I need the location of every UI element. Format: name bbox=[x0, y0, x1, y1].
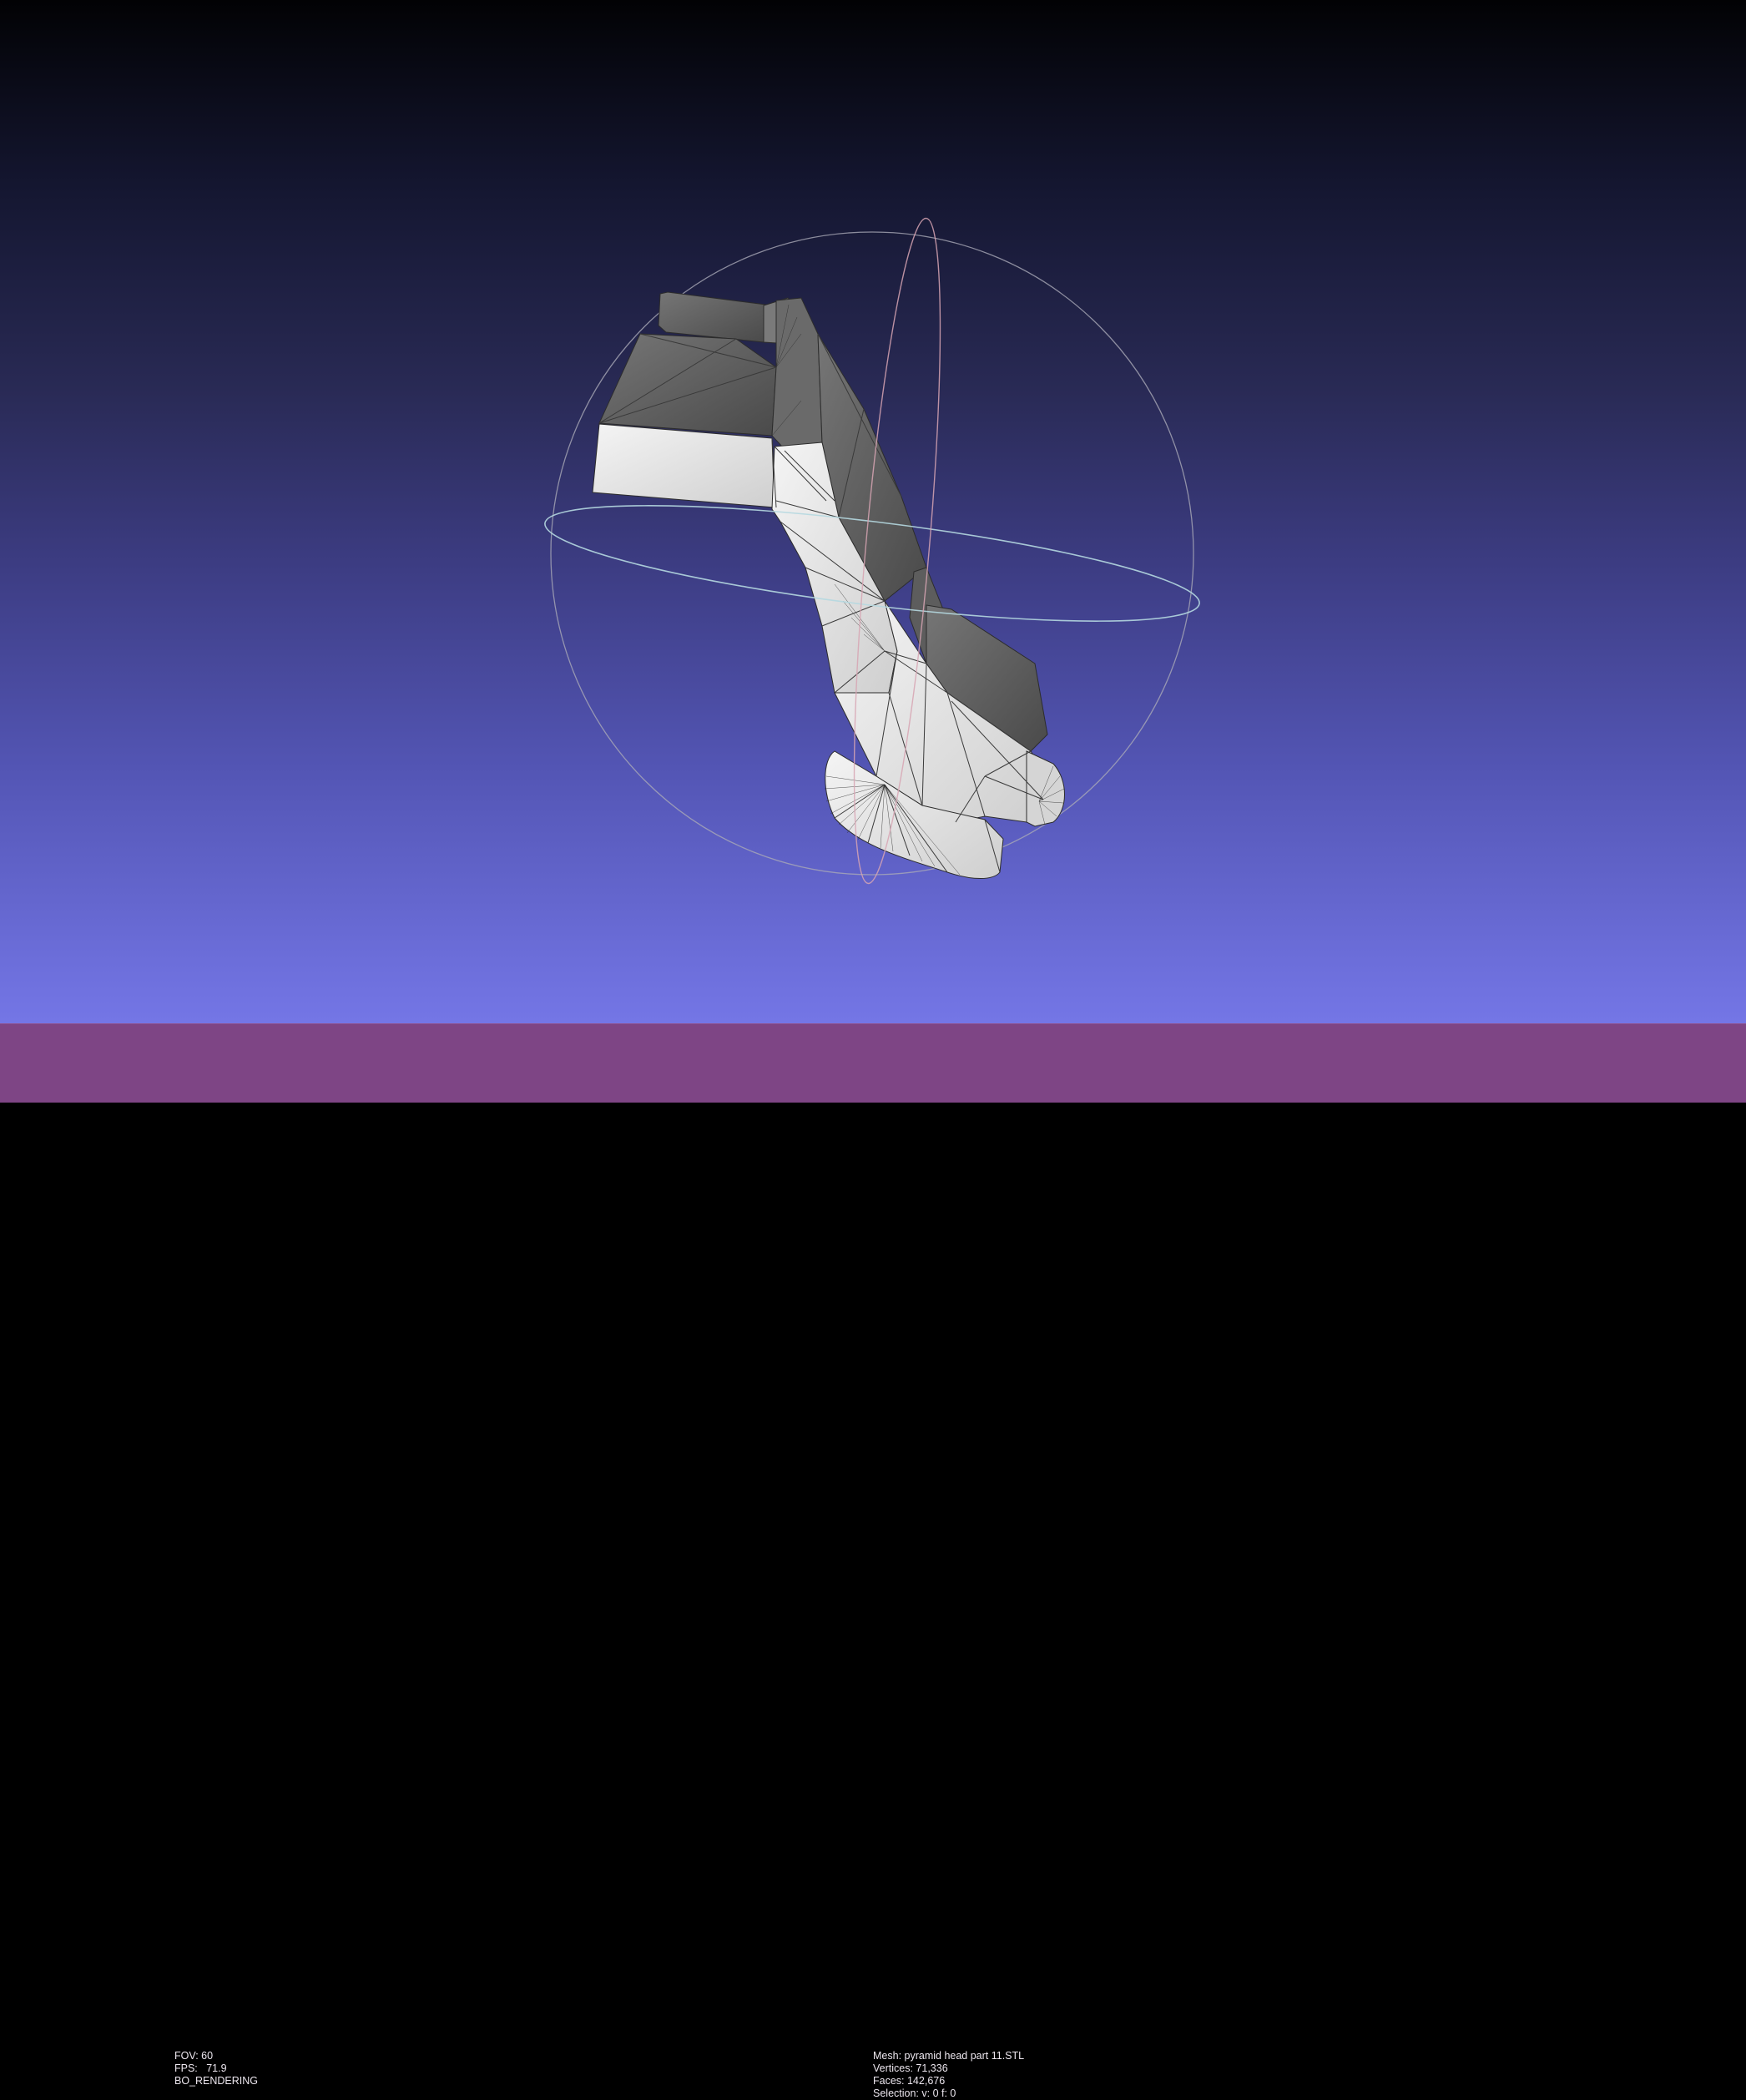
meshlab-window: FOV: 60 FPS: 71.9 BO_RENDERING Mesh: pyr… bbox=[0, 0, 1746, 2099]
render-mode-label: BO_RENDERING bbox=[174, 2075, 259, 2087]
fov-label: FOV: 60 bbox=[174, 2050, 214, 2062]
3d-viewport[interactable] bbox=[0, 0, 1746, 1023]
mesh-neck-column bbox=[771, 297, 823, 448]
render-info: FOV: 60 FPS: 71.9 BO_RENDERING bbox=[174, 2050, 258, 2087]
mesh-name-label: Mesh: pyramid head part 11.STL bbox=[873, 2050, 1025, 2062]
mesh-foot-heel bbox=[1026, 750, 1065, 827]
mesh-block-top bbox=[598, 333, 777, 437]
selection-label: Selection: v: 0 f: 0 bbox=[873, 2087, 956, 2099]
scene-canvas[interactable] bbox=[0, 0, 1746, 1023]
faces-label: Faces: 142,676 bbox=[873, 2075, 946, 2087]
mesh-top-bar bbox=[658, 291, 767, 343]
fps-label: FPS: 71.9 bbox=[174, 2062, 227, 2074]
mesh-block-front bbox=[592, 423, 775, 508]
mesh-info: Mesh: pyramid head part 11.STL Vertices:… bbox=[873, 2050, 1024, 2100]
mesh-model bbox=[592, 291, 1065, 879]
status-bar: FOV: 60 FPS: 71.9 BO_RENDERING Mesh: pyr… bbox=[0, 1023, 1746, 2099]
vertices-label: Vertices: 71,336 bbox=[873, 2062, 948, 2074]
